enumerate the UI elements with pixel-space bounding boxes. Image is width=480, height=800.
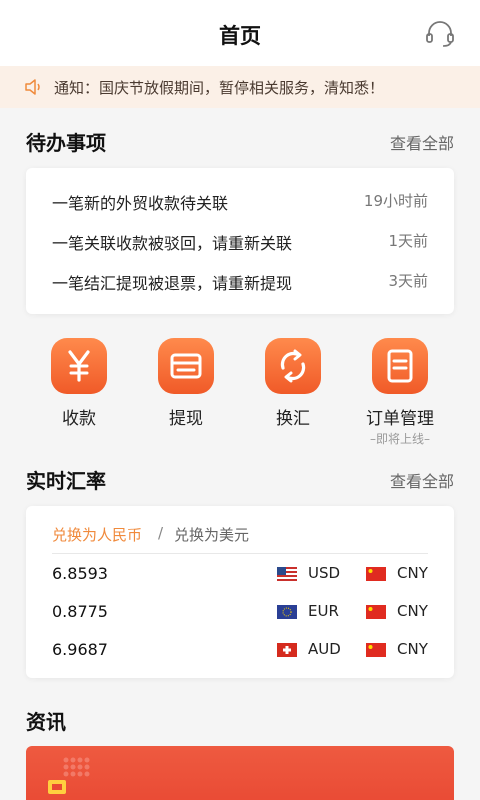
ch-flag-icon (277, 643, 297, 657)
rate-value: 6.8593 (52, 564, 108, 583)
order-icon (372, 338, 428, 394)
rate-row[interactable]: 6.9687 AUD CNY (52, 640, 428, 664)
todo-item[interactable]: 一笔结汇提现被退票，请重新提现 3天前 (52, 270, 428, 294)
rate-value: 0.8775 (52, 602, 108, 621)
rates-card: 兑换为人民币 / 兑换为美元 6.8593 USD CNY 0.8775 EUR (26, 506, 454, 678)
rates-section-title: 实时汇率 (26, 469, 106, 493)
speaker-icon (25, 79, 40, 95)
rate-row[interactable]: 0.8775 EUR CNY (52, 602, 428, 626)
currency-to: CNY (397, 640, 428, 658)
todo-view-all-link[interactable]: 查看全部 (390, 130, 454, 154)
currency-to: CNY (397, 602, 428, 620)
todo-card: 一笔新的外贸收款待关联 19小时前 一笔关联收款被驳回，请重新关联 1天前 一笔… (26, 168, 454, 314)
currency-from: USD (308, 564, 341, 582)
todo-section-title: 待办事项 (26, 131, 106, 155)
news-section-title: 资讯 (26, 710, 66, 734)
cn-flag-icon (366, 605, 386, 619)
action-receive[interactable]: 收款 (24, 338, 134, 448)
action-withdraw[interactable]: 提现 (131, 338, 241, 448)
action-exchange[interactable]: 换汇 (238, 338, 348, 448)
action-order-management[interactable]: 订单管理 –即将上线– (345, 338, 455, 448)
tab-to-cny[interactable]: 兑换为人民币 (52, 524, 142, 545)
divider (52, 553, 428, 554)
currency-to: CNY (397, 564, 428, 582)
us-flag-icon (277, 567, 297, 581)
notice-bar[interactable]: 通知：国庆节放假期间，暂停相关服务，清知悉！ (0, 66, 480, 108)
eu-flag-icon (277, 605, 297, 619)
currency-from: EUR (308, 602, 339, 620)
cn-flag-icon (366, 643, 386, 657)
tab-to-usd[interactable]: 兑换为美元 (174, 524, 249, 545)
coming-soon-note: –即将上线– (369, 432, 430, 446)
exchange-icon (265, 338, 321, 394)
action-label: 提现 (169, 409, 203, 429)
tab-separator: / (158, 524, 164, 542)
yuan-icon (51, 338, 107, 394)
action-label: 收款 (62, 409, 96, 429)
todo-item-time: 1天前 (388, 232, 428, 250)
rate-value: 6.9687 (52, 640, 108, 659)
card-icon (158, 338, 214, 394)
page-title: 首页 (219, 24, 261, 48)
todo-item[interactable]: 一笔关联收款被驳回，请重新关联 1天前 (52, 230, 428, 254)
top-bar: 首页 (0, 0, 480, 66)
todo-item[interactable]: 一笔新的外贸收款待关联 19小时前 (52, 190, 428, 214)
banner-decoration (48, 757, 90, 794)
rate-row[interactable]: 6.8593 USD CNY (52, 564, 428, 588)
todo-item-text: 一笔新的外贸收款待关联 (52, 194, 229, 213)
action-label: 换汇 (276, 409, 310, 429)
todo-item-text: 一笔关联收款被驳回，请重新关联 (52, 234, 293, 253)
todo-item-time: 19小时前 (363, 192, 428, 210)
headset-icon[interactable] (424, 20, 456, 48)
todo-item-text: 一笔结汇提现被退票，请重新提现 (52, 274, 293, 293)
notice-text: 通知：国庆节放假期间，暂停相关服务，清知悉！ (54, 79, 385, 97)
currency-from: AUD (308, 640, 341, 658)
news-banner[interactable] (26, 746, 454, 800)
action-label: 订单管理 (366, 409, 434, 429)
rates-view-all-link[interactable]: 查看全部 (390, 468, 454, 492)
todo-item-time: 3天前 (388, 272, 428, 290)
cn-flag-icon (366, 567, 386, 581)
